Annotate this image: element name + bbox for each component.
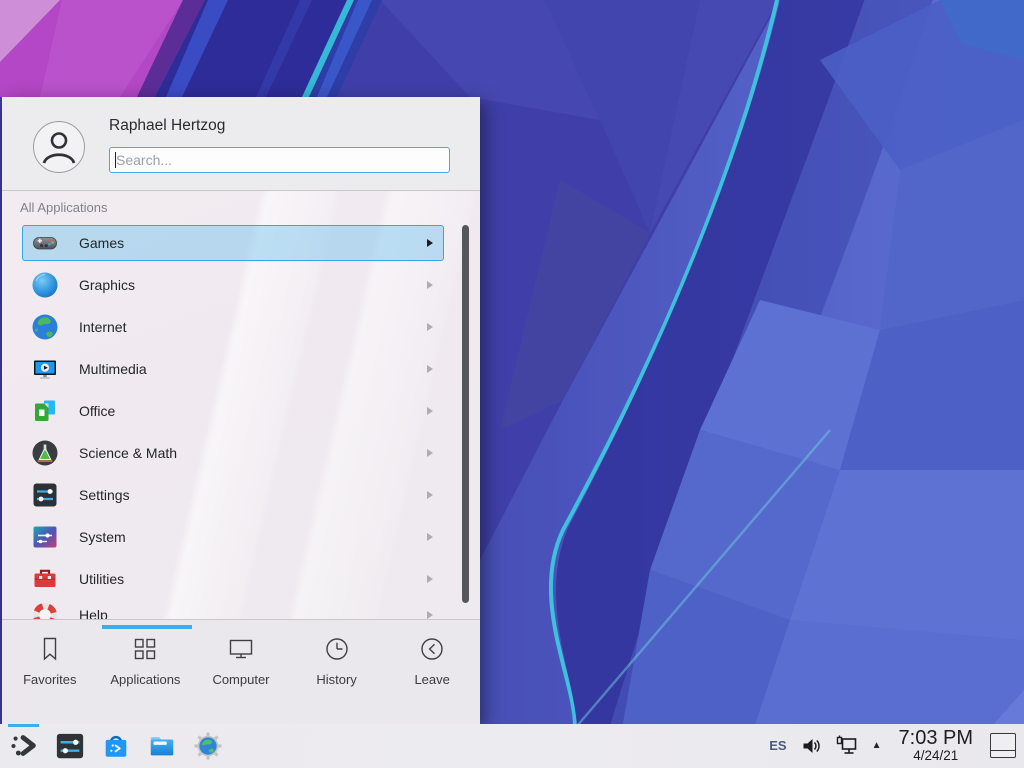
leave-icon (417, 634, 447, 664)
clock-date: 4/24/21 (899, 749, 973, 763)
category-row-office[interactable]: Office (22, 393, 444, 429)
file-manager-icon (147, 731, 177, 761)
computer-icon (226, 634, 256, 664)
category-label: Graphics (79, 277, 135, 293)
active-tab-indicator (102, 625, 192, 629)
user-avatar[interactable] (33, 121, 85, 173)
tab-computer[interactable]: Computer (193, 634, 289, 687)
office-folder-icon (31, 397, 59, 425)
launcher-footer: Favorites Applications Computer (2, 619, 480, 724)
digital-clock[interactable]: 7:03 PM 4/24/21 (899, 728, 973, 763)
tab-label: Computer (212, 672, 269, 687)
games-folder-icon (31, 229, 59, 257)
category-row-utilities[interactable]: Utilities (22, 561, 444, 597)
kickoff-launcher-icon (9, 731, 39, 761)
web-browser-icon (193, 731, 223, 761)
category-label: Games (79, 235, 124, 251)
graphics-folder-icon (31, 271, 59, 299)
settings-folder-icon (31, 481, 59, 509)
clock-time: 7:03 PM (899, 728, 973, 749)
internet-folder-icon (31, 313, 59, 341)
submenu-arrow-icon (427, 407, 433, 415)
tab-history[interactable]: History (289, 634, 385, 687)
submenu-arrow-icon (427, 323, 433, 331)
category-label: Office (79, 403, 115, 419)
submenu-arrow-icon (427, 611, 433, 619)
history-icon (322, 634, 352, 664)
network-icon[interactable] (835, 734, 859, 758)
tab-applications[interactable]: Applications (98, 634, 194, 687)
tab-label: Favorites (23, 672, 76, 687)
tab-label: Leave (414, 672, 449, 687)
search-input[interactable] (109, 147, 450, 173)
user-icon (34, 122, 84, 172)
category-row-system[interactable]: System (22, 519, 444, 555)
submenu-arrow-icon (427, 449, 433, 457)
applications-icon (130, 634, 160, 664)
tab-label: Applications (110, 672, 180, 687)
tab-leave[interactable]: Leave (384, 634, 480, 687)
category-row-science-math[interactable]: Science & Math (22, 435, 444, 471)
tab-favorites[interactable]: Favorites (2, 634, 98, 687)
submenu-arrow-icon (427, 491, 433, 499)
system-folder-icon (31, 523, 59, 551)
category-label: Internet (79, 319, 126, 335)
launcher-header: Raphael Hertzog (2, 97, 480, 191)
user-name: Raphael Hertzog (109, 117, 225, 135)
submenu-arrow-icon (427, 239, 433, 247)
submenu-arrow-icon (427, 281, 433, 289)
category-row-internet[interactable]: Internet (22, 309, 444, 345)
discover-icon (101, 731, 131, 761)
category-label: Science & Math (79, 445, 177, 461)
volume-icon[interactable] (800, 735, 822, 757)
file-manager-button[interactable] (146, 731, 177, 762)
multimedia-folder-icon (31, 355, 59, 383)
submenu-arrow-icon (427, 365, 433, 373)
system-settings-icon (55, 731, 85, 761)
keyboard-layout-indicator[interactable]: ES (769, 738, 786, 753)
text-cursor (115, 152, 116, 168)
category-row-games[interactable]: Games (22, 225, 444, 261)
section-label: All Applications (20, 200, 107, 215)
list-scrollbar[interactable] (462, 225, 469, 603)
category-label: Settings (79, 487, 130, 503)
category-row-multimedia[interactable]: Multimedia (22, 351, 444, 387)
system-settings-button[interactable] (54, 731, 85, 762)
category-row-settings[interactable]: Settings (22, 477, 444, 513)
category-label: System (79, 529, 126, 545)
kickoff-launcher-button[interactable] (8, 731, 39, 762)
discover-button[interactable] (100, 731, 131, 762)
science-folder-icon (31, 439, 59, 467)
category-label: Multimedia (79, 361, 147, 377)
submenu-arrow-icon (427, 533, 433, 541)
favorites-icon (35, 634, 65, 664)
expand-tray-icon[interactable]: ▲ (872, 740, 882, 751)
tab-label: History (316, 672, 356, 687)
application-launcher-popup: Raphael Hertzog All Applications Games (2, 97, 480, 724)
utilities-folder-icon (31, 565, 59, 593)
submenu-arrow-icon (427, 575, 433, 583)
show-desktop-button[interactable] (990, 733, 1016, 758)
web-browser-button[interactable] (192, 731, 223, 762)
taskbar-panel: ES ▲ 7:03 PM 4/24/21 (0, 724, 1024, 768)
category-row-graphics[interactable]: Graphics (22, 267, 444, 303)
category-label: Utilities (79, 571, 124, 587)
